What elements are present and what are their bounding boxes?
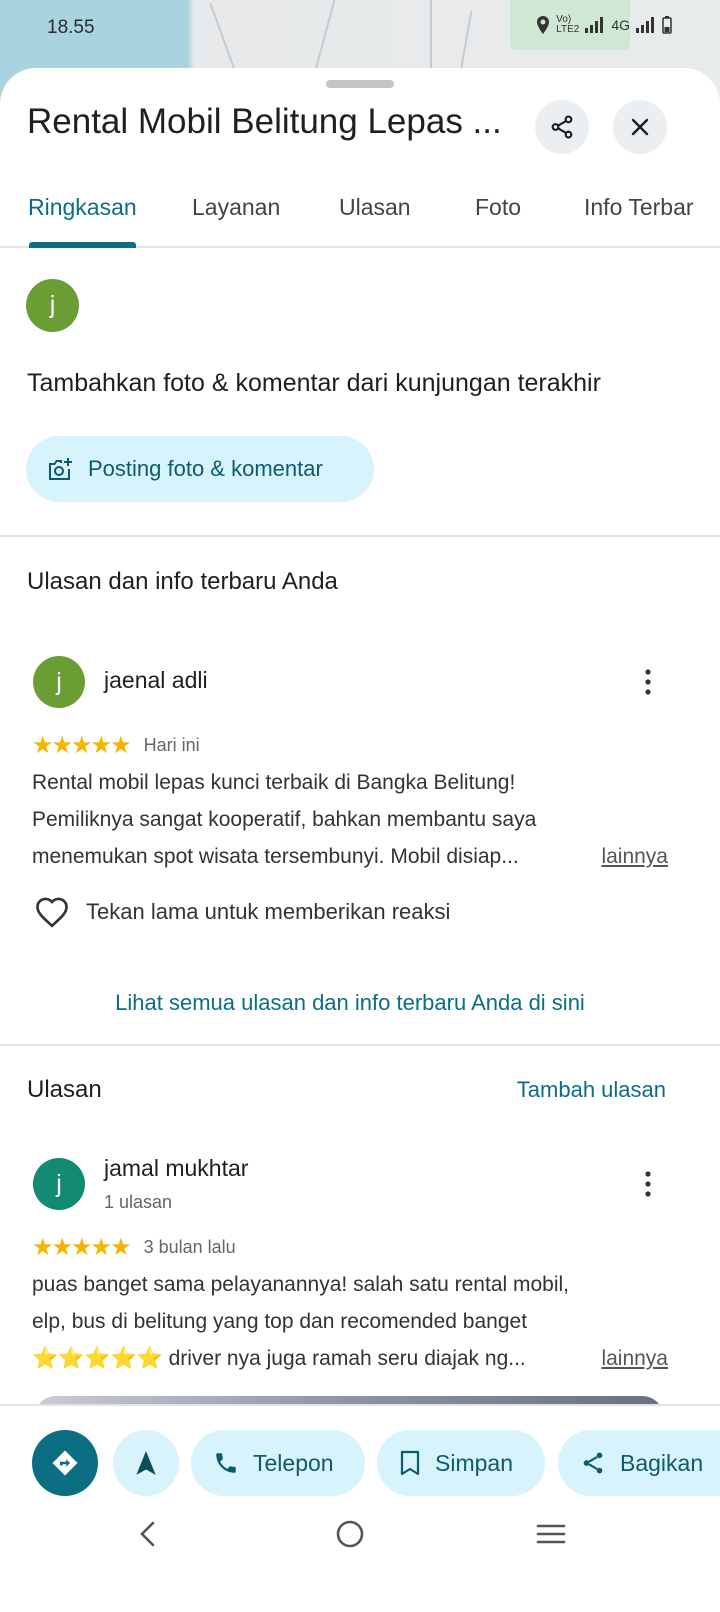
- volte-icon: Vo) LTE2: [556, 14, 580, 35]
- tab-ringkasan[interactable]: Ringkasan: [28, 194, 137, 221]
- bookmark-icon: [400, 1450, 420, 1476]
- see-all-your-reviews-link[interactable]: Lihat semua ulasan dan info terbaru Anda…: [0, 990, 700, 1016]
- add-review-link[interactable]: Tambah ulasan: [517, 1077, 666, 1103]
- review-line-text: menemukan spot wisata tersembunyi. Mobil…: [32, 845, 519, 868]
- star-rating: ★★★★★: [32, 1234, 132, 1261]
- tab-ulasan[interactable]: Ulasan: [339, 194, 411, 221]
- location-icon: [537, 16, 550, 34]
- home-icon: [336, 1520, 364, 1548]
- review-line-text: ⭐⭐⭐⭐⭐ driver nya juga ramah seru diajak …: [32, 1347, 526, 1370]
- review-rating-row: ★★★★★ 3 bulan lalu: [32, 1233, 236, 1262]
- review-text[interactable]: Rental mobil lepas kunci terbaik di Bang…: [32, 764, 672, 875]
- read-more-link[interactable]: lainnya: [601, 1340, 668, 1377]
- share-label: Bagikan: [620, 1449, 704, 1476]
- navigation-arrow-icon: [136, 1451, 156, 1475]
- reviewer-avatar[interactable]: j: [33, 656, 85, 708]
- signal-icon: [585, 17, 604, 33]
- recents-icon: [536, 1524, 566, 1544]
- network-type: 4G: [611, 17, 630, 33]
- share-icon: [583, 1452, 603, 1474]
- directions-button[interactable]: [32, 1430, 98, 1496]
- divider: [0, 1044, 720, 1046]
- star-rating: ★★★★★: [32, 732, 132, 759]
- drag-handle[interactable]: [326, 80, 394, 88]
- review-text[interactable]: puas banget sama pelayanannya! salah sat…: [32, 1266, 672, 1377]
- review-line: Rental mobil lepas kunci terbaik di Bang…: [32, 771, 516, 794]
- status-time: 18.55: [47, 17, 95, 38]
- battery-icon: [662, 16, 672, 34]
- more-options-icon[interactable]: [638, 667, 658, 697]
- react-hint-row[interactable]: Tekan lama untuk memberikan reaksi: [34, 896, 450, 928]
- action-bar: Telepon Simpan Bagikan: [0, 1404, 720, 1612]
- tab-foto[interactable]: Foto: [475, 194, 521, 221]
- status-icons: Vo) LTE2 4G: [536, 15, 672, 35]
- review-line: Pemiliknya sangat kooperatif, bahkan mem…: [32, 808, 537, 831]
- call-button[interactable]: Telepon: [191, 1430, 365, 1496]
- phone-icon: [216, 1453, 236, 1473]
- reviewer-review-count: 1 ulasan: [104, 1192, 173, 1212]
- review-rating-row: ★★★★★ Hari ini: [32, 731, 200, 760]
- tab-info-terbaru[interactable]: Info Terbar: [584, 194, 694, 221]
- system-back-button[interactable]: [128, 1514, 168, 1554]
- tab-bar: Ringkasan Layanan Ulasan Foto Info Terba…: [0, 182, 720, 248]
- review-date: 3 bulan lalu: [143, 1237, 236, 1257]
- review-line: puas banget sama pelayanannya! salah sat…: [32, 1273, 570, 1296]
- post-button-label: Posting foto & komentar: [88, 456, 323, 481]
- reviewer-avatar[interactable]: j: [33, 1158, 85, 1210]
- save-button[interactable]: Simpan: [377, 1430, 545, 1496]
- share-button[interactable]: [535, 100, 589, 154]
- share-icon: [551, 115, 573, 139]
- close-icon: [631, 118, 649, 136]
- reviewer-name[interactable]: jamal mukhtar: [104, 1155, 248, 1182]
- review-date: Hari ini: [143, 735, 200, 755]
- reviewer-name[interactable]: jaenal adli: [104, 667, 208, 694]
- back-icon: [140, 1521, 155, 1547]
- signal-icon-2: [636, 17, 654, 33]
- your-reviews-title: Ulasan dan info terbaru Anda: [27, 568, 338, 595]
- save-label: Simpan: [435, 1449, 513, 1476]
- review-line: elp, bus di belitung yang top dan recome…: [32, 1310, 528, 1333]
- system-home-button[interactable]: [330, 1514, 370, 1554]
- more-options-icon[interactable]: [638, 1169, 658, 1199]
- post-photo-comment-button[interactable]: Posting foto & komentar: [26, 436, 374, 502]
- status-bar: 18.55 Vo) LTE2 4G: [0, 0, 720, 56]
- call-label: Telepon: [253, 1449, 334, 1476]
- share-place-button[interactable]: Bagikan: [558, 1430, 720, 1496]
- directions-icon: [52, 1450, 78, 1476]
- review-line-last: ⭐⭐⭐⭐⭐ driver nya juga ramah seru diajak …: [32, 1340, 672, 1377]
- read-more-link[interactable]: lainnya: [601, 838, 668, 875]
- tab-indicator: [29, 242, 136, 248]
- review-line-last: menemukan spot wisata tersembunyi. Mobil…: [32, 838, 672, 875]
- start-navigation-button[interactable]: [113, 1430, 179, 1496]
- system-recents-button[interactable]: [531, 1514, 571, 1554]
- react-hint: Tekan lama untuk memberikan reaksi: [86, 899, 451, 924]
- contribute-heading: Tambahkan foto & komentar dari kunjungan…: [27, 369, 601, 397]
- tab-layanan[interactable]: Layanan: [192, 194, 280, 221]
- add-photo-icon: [49, 458, 72, 480]
- divider: [0, 535, 720, 537]
- place-title: Rental Mobil Belitung Lepas ...: [27, 102, 502, 141]
- heart-icon[interactable]: [34, 896, 70, 928]
- user-avatar[interactable]: j: [26, 279, 79, 332]
- close-button[interactable]: [613, 100, 667, 154]
- reviews-title: Ulasan: [27, 1076, 102, 1103]
